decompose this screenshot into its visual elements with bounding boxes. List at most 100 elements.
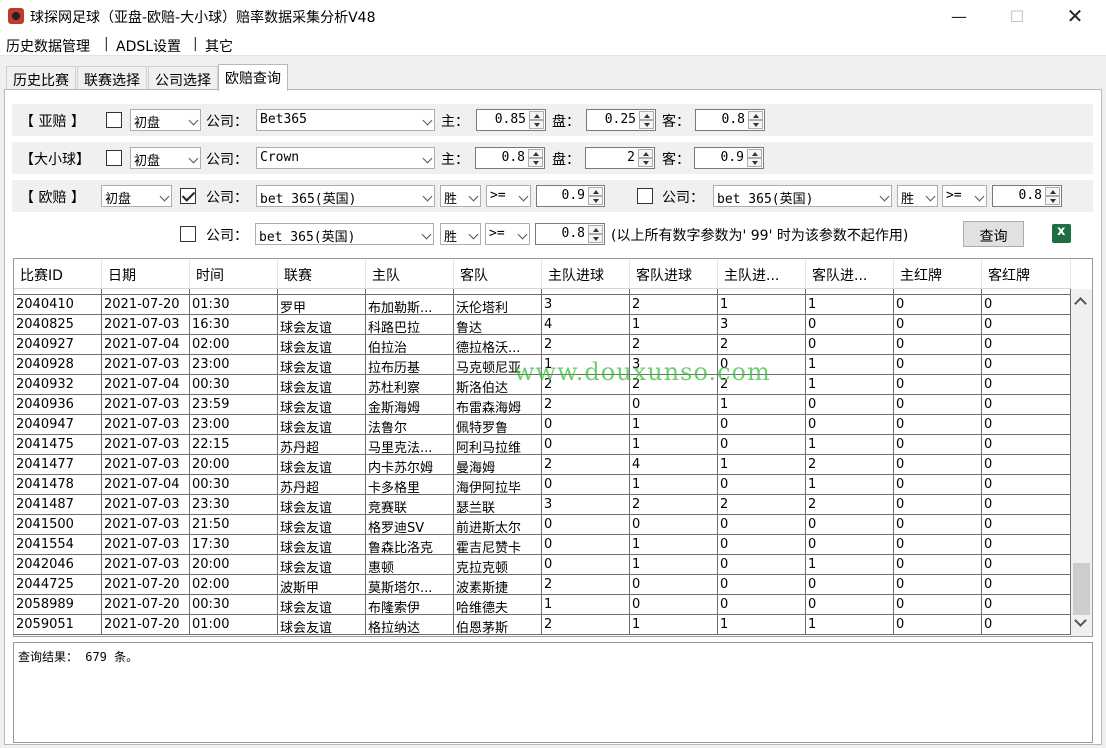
table-row[interactable]: 2041554 2021-07-03 17:30 球会友谊 鲁森比洛克 霍吉尼赞卡 0 1 0 0… xyxy=(14,535,1071,555)
table-row[interactable]: 2059051 2021-07-20 01:00 球会友谊 格拉纳达 伯恩茅斯 2 1 1 1 0 0 xyxy=(14,615,1071,635)
euro-stage-select[interactable]: 初盘 xyxy=(101,185,172,207)
tab-league-select[interactable]: 联赛选择 xyxy=(77,66,147,90)
table-row[interactable]: 2041477 2021-07-03 20:00 球会友谊 内卡苏尔姆 曼海姆 2 4 1 2 0 0 xyxy=(14,455,1071,475)
watermark: www.douxunso.com xyxy=(514,358,771,386)
table-row[interactable]: 2040410 2021-07-20 01:30 罗甲 布加勒斯... 沃伦塔利 3 2 1 1 0… xyxy=(14,295,1071,315)
scroll-down-icon[interactable] xyxy=(1074,614,1087,627)
spin-up-icon[interactable] xyxy=(588,225,603,234)
column-header[interactable]: 客红牌 xyxy=(982,259,1071,289)
column-header[interactable]: 客队进球 xyxy=(630,259,718,289)
table-cell: 2021-07-04 xyxy=(102,375,190,395)
spin-up-icon[interactable] xyxy=(588,187,603,196)
scroll-up-icon[interactable] xyxy=(1074,297,1087,310)
ou-checkbox[interactable] xyxy=(106,150,122,166)
euro2-company-select[interactable]: bet 365(英国) xyxy=(713,185,892,207)
spin-down-icon[interactable] xyxy=(588,234,603,243)
euro-operator-select[interactable]: >= xyxy=(486,185,531,207)
column-header[interactable]: 主队进... xyxy=(718,259,806,289)
tab-history-matches[interactable]: 历史比赛 xyxy=(6,66,76,90)
tab-company-select[interactable]: 公司选择 xyxy=(148,66,218,90)
column-header[interactable]: 客队进... xyxy=(806,259,894,289)
table-row[interactable]: 2041500 2021-07-03 21:50 球会友谊 格罗迪SV 前进斯太尔 0 0 0 0… xyxy=(14,515,1071,535)
euro3-result-select[interactable]: 胜 xyxy=(440,223,481,245)
table-row[interactable]: 2058989 2021-07-20 00:30 球会友谊 布隆索伊 哈维德夫 1 0 0 0 0 0 xyxy=(14,595,1071,615)
euro2-checkbox[interactable] xyxy=(637,188,653,204)
asian-company-select[interactable]: Bet365 xyxy=(256,109,435,131)
spin-up-icon[interactable] xyxy=(528,149,543,158)
close-button[interactable]: ✕ xyxy=(1052,0,1098,32)
euro3-checkbox[interactable] xyxy=(180,226,196,242)
column-header[interactable]: 主队进球 xyxy=(542,259,630,289)
spin-down-icon[interactable] xyxy=(1045,196,1060,205)
column-header[interactable]: 主红牌 xyxy=(894,259,982,289)
tab-euro-query[interactable]: 欧赔查询 xyxy=(218,64,288,91)
menu-other[interactable]: 其它 xyxy=(205,36,233,56)
spin-up-icon[interactable] xyxy=(639,111,654,120)
asian-line-spinner[interactable]: 0.25 xyxy=(586,109,656,131)
ou-filter-group: 【大小球】 初盘 公司： Crown 主： 0.8 盘： 2 客： 0.9 xyxy=(12,142,1093,174)
asian-away-spinner[interactable]: 0.8 xyxy=(695,109,765,131)
table-row[interactable]: 2041487 2021-07-03 23:30 球会友谊 竞赛联 瑟兰联 3 2 2 2 0 0 xyxy=(14,495,1071,515)
table-row[interactable]: 2040927 2021-07-04 02:00 球会友谊 伯拉治 德拉格沃... 2 2 2 0… xyxy=(14,335,1071,355)
ou-company-select[interactable]: Crown xyxy=(256,147,435,169)
asian-stage-select[interactable]: 初盘 xyxy=(130,109,201,131)
spin-down-icon[interactable] xyxy=(528,158,543,167)
scroll-thumb[interactable] xyxy=(1073,563,1090,615)
ou-stage-select[interactable]: 初盘 xyxy=(130,147,201,169)
asian-home-spinner[interactable]: 0.85 xyxy=(476,109,546,131)
result-box[interactable]: 查询结果： 679 条。 xyxy=(13,642,1093,743)
table-cell: 2041487 xyxy=(14,495,102,515)
query-button[interactable]: 查询 xyxy=(963,221,1024,247)
spin-up-icon[interactable] xyxy=(529,111,544,120)
menu-adsl-settings[interactable]: ADSL设置 xyxy=(116,36,181,56)
column-header[interactable]: 主队 xyxy=(366,259,454,289)
euro3-operator-select[interactable]: >= xyxy=(485,223,530,245)
table-row[interactable]: 2041475 2021-07-03 22:15 苏丹超 马里克法... 阿利马拉维 0 1 0… xyxy=(14,435,1071,455)
spin-down-icon[interactable] xyxy=(638,158,653,167)
spin-up-icon[interactable] xyxy=(748,111,763,120)
euro2-value-spinner[interactable]: 0.8 xyxy=(992,185,1062,207)
euro-value-spinner[interactable]: 0.9 xyxy=(536,185,605,207)
table-row[interactable]: 2040936 2021-07-03 23:59 球会友谊 金斯海姆 布雷森海姆 2 0 1 0 0… xyxy=(14,395,1071,415)
table-row[interactable]: 2040947 2021-07-03 23:00 球会友谊 法鲁尔 佩特罗鲁 0 1 0 0 0 0 xyxy=(14,415,1071,435)
euro2-result-select[interactable]: 胜 xyxy=(897,185,938,207)
column-header[interactable]: 时间 xyxy=(190,259,278,289)
ou-line-spinner[interactable]: 2 xyxy=(585,147,655,169)
menu-history-data[interactable]: 历史数据管理 xyxy=(6,36,90,56)
vertical-scrollbar[interactable] xyxy=(1071,289,1092,636)
spin-down-icon[interactable] xyxy=(529,120,544,129)
table-row[interactable]: 2042046 2021-07-03 20:00 球会友谊 惠顿 克拉克顿 0 1 0 1 0 0 xyxy=(14,555,1071,575)
asian-checkbox[interactable] xyxy=(106,112,122,128)
table-cell: 2 xyxy=(542,575,630,595)
euro2-operator-select[interactable]: >= xyxy=(942,185,987,207)
table-cell: 0 xyxy=(982,375,1071,395)
euro-company-select[interactable]: bet 365(英国) xyxy=(256,185,435,207)
table-cell: 0 xyxy=(718,555,806,575)
euro-checkbox[interactable] xyxy=(180,188,196,204)
column-header[interactable]: 客队 xyxy=(454,259,542,289)
table-row[interactable]: 2041478 2021-07-04 00:30 苏丹超 卡多格里 海伊阿拉毕 0 1 0 1 0 0 xyxy=(14,475,1071,495)
spin-down-icon[interactable] xyxy=(748,120,763,129)
table-cell: 00:30 xyxy=(190,475,278,495)
excel-icon[interactable] xyxy=(1052,224,1071,243)
column-header[interactable]: 日期 xyxy=(102,259,190,289)
spin-up-icon[interactable] xyxy=(747,149,762,158)
spin-down-icon[interactable] xyxy=(639,120,654,129)
spin-down-icon[interactable] xyxy=(588,196,603,205)
ou-away-spinner[interactable]: 0.9 xyxy=(694,147,764,169)
euro-result-select[interactable]: 胜 xyxy=(440,185,481,207)
column-header[interactable]: 比赛ID xyxy=(14,259,102,289)
euro3-value-spinner[interactable]: 0.8 xyxy=(535,223,605,245)
column-header[interactable]: 联赛 xyxy=(278,259,366,289)
table-row[interactable]: 2040825 2021-07-03 16:30 球会友谊 科路巴拉 鲁达 4 1 3 0 0 0 xyxy=(14,315,1071,335)
chevron-down-icon xyxy=(518,191,529,202)
match-table[interactable]: 比赛ID 日期 时间 联赛 主队 客队 主队进球 客队进球 主队进... 客队进... 主红牌 客红牌… xyxy=(13,258,1093,637)
spin-up-icon[interactable] xyxy=(1045,187,1060,196)
table-row[interactable]: 2044725 2021-07-20 02:00 波斯甲 莫斯塔尔... 波素斯捷 2 0 0 0… xyxy=(14,575,1071,595)
minimize-button[interactable]: — xyxy=(936,0,982,32)
spin-down-icon[interactable] xyxy=(747,158,762,167)
euro3-company-select[interactable]: bet 365(英国) xyxy=(255,223,434,245)
maximize-button[interactable]: ☐ xyxy=(994,0,1040,32)
spin-up-icon[interactable] xyxy=(638,149,653,158)
ou-home-spinner[interactable]: 0.8 xyxy=(475,147,545,169)
